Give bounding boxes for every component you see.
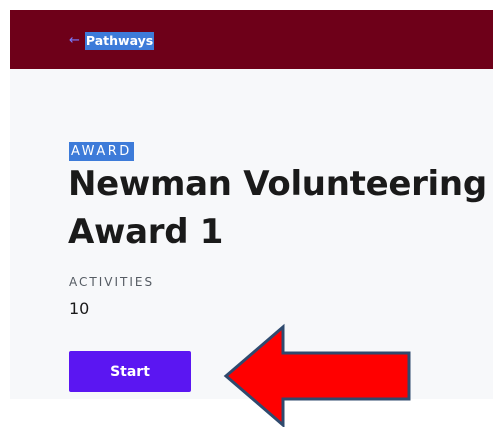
activities-label: ACTIVITIES <box>69 275 155 289</box>
back-link-pathways[interactable]: ← Pathways <box>69 32 155 50</box>
start-button[interactable]: Start <box>69 351 191 392</box>
page: ← Pathways AWARD Newman Volunteering Awa… <box>0 0 493 427</box>
award-type-tag: AWARD <box>69 142 134 161</box>
award-title-line-2: Award 1 <box>68 212 224 252</box>
activities-count: 10 <box>69 299 90 318</box>
back-link-label: Pathways <box>84 32 155 50</box>
arrow-left-icon: ← <box>69 33 80 48</box>
award-title: Newman Volunteering Award 1 <box>68 160 488 256</box>
award-title-line-1: Newman Volunteering <box>68 164 487 204</box>
